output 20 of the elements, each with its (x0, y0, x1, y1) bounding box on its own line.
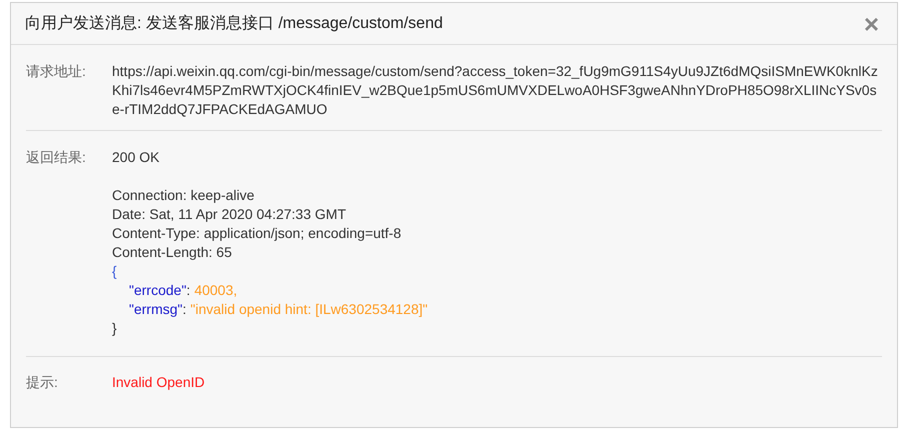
json-colon: : (186, 281, 190, 300)
json-colon: : (182, 300, 186, 319)
dialog-title: 向用户发送消息: 发送客服消息接口 /message/custom/send (25, 14, 443, 34)
json-value: 40003, (194, 281, 238, 300)
json-key: "errmsg" (129, 300, 182, 319)
json-brace: { (112, 262, 118, 281)
response-header: Content-Length: 65 (112, 243, 233, 262)
response-header: Connection: keep-alive (112, 186, 256, 205)
status-text: 200 OK (112, 148, 160, 167)
json-key: "errcode" (129, 281, 186, 300)
response-header: Content-Type: application/json; encoding=utf-8 (112, 224, 402, 243)
field-label: 请求地址: (26, 62, 87, 81)
error-message: Invalid OpenID (112, 373, 205, 392)
response-header: Date: Sat, 11 Apr 2020 04:27:33 GMT (112, 205, 347, 224)
request-url: https://api.weixin.qq.com/cgi-bin/message/custom/send?access_token=32_fUg9mG911S4yUu9JZt6dMQsiISMnEWK0knlKzKhi7ls46evr4M5PZmRWTXjOCK4finIEV_w2BQue1p5mUS6mUMVXDELwoA0HSF3gweANhnYDroPH85O98rXLIINcYSv0se-rTIM2ddQ7JFPACKEdAGAMUO (112, 62, 879, 119)
json-value: "invalid openid hint: [ILw6302534128]" (190, 300, 428, 319)
field-label: 提示: (26, 373, 59, 392)
json-brace: } (112, 319, 118, 338)
close-button[interactable]: × (864, 10, 879, 36)
field-label: 返回结果: (26, 148, 87, 167)
